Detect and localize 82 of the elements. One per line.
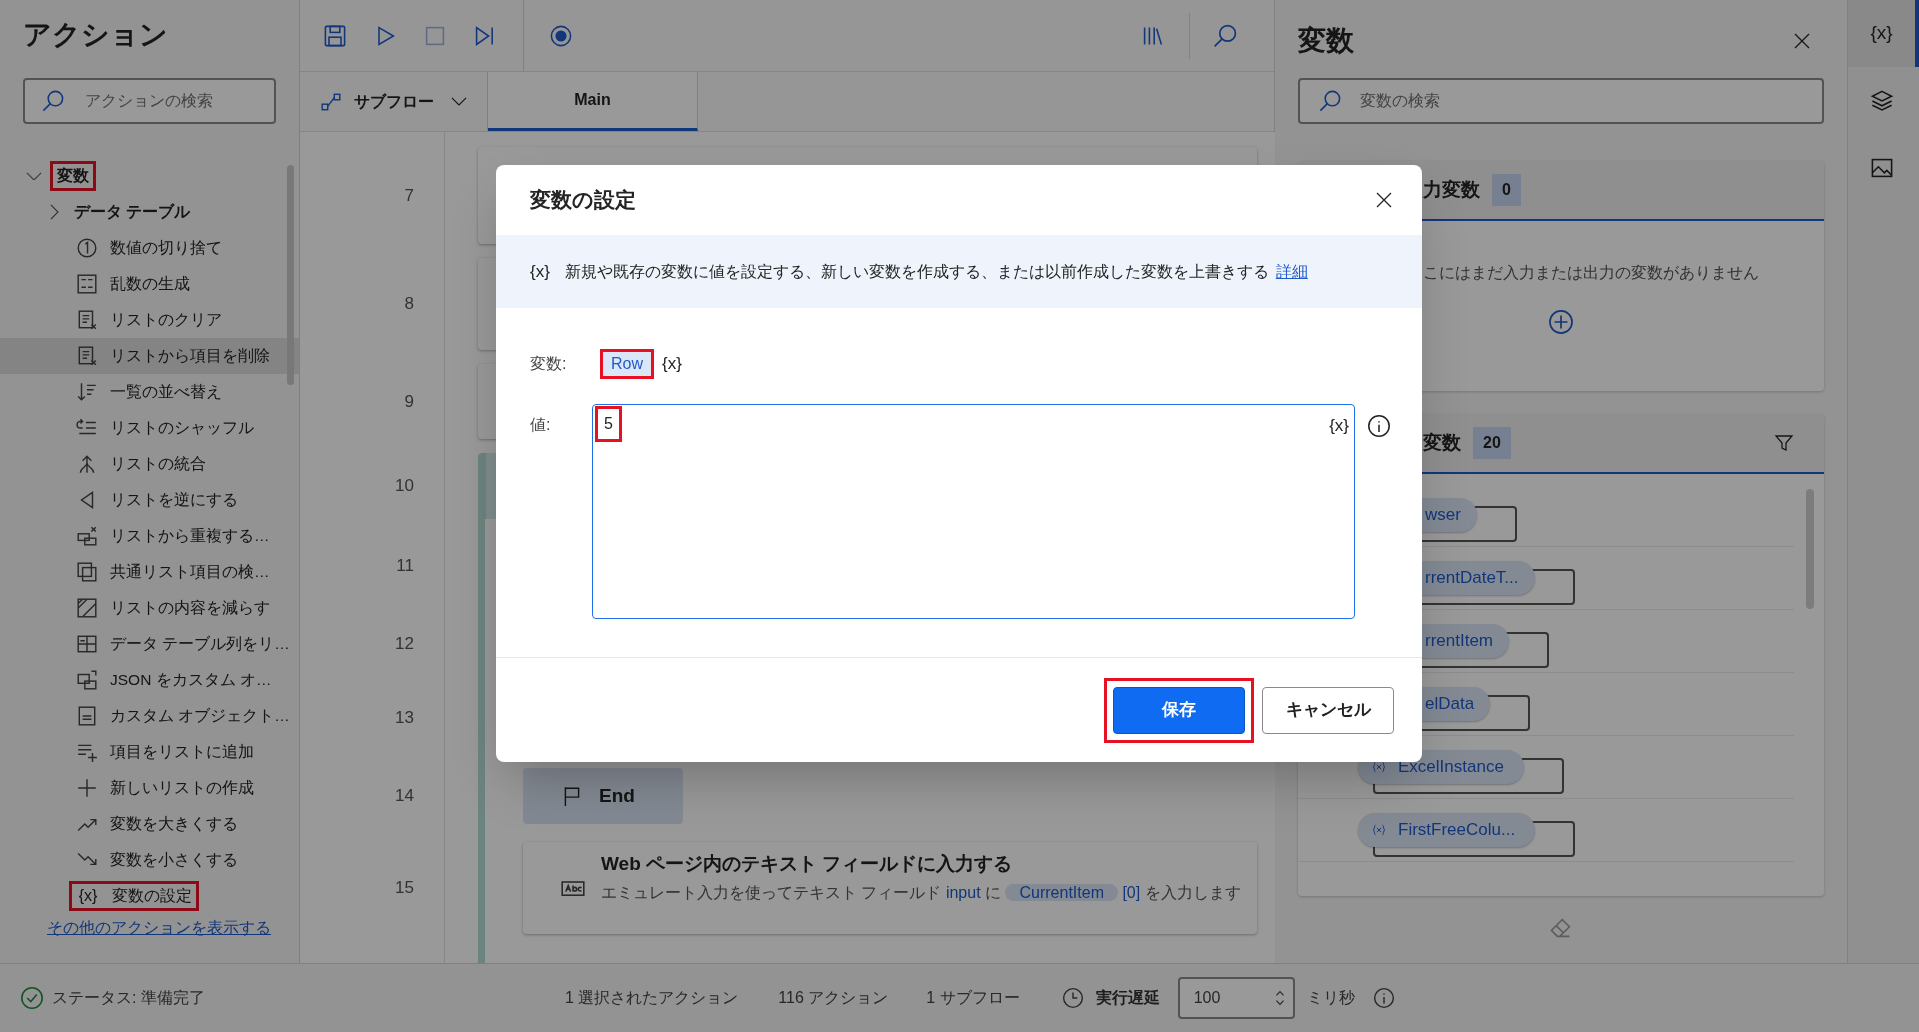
- layers-icon[interactable]: [1869, 88, 1894, 113]
- variable-chip[interactable]: FirstFreeColu...: [1358, 813, 1536, 847]
- variable-icon: [1372, 760, 1386, 774]
- variable-token[interactable]: Row: [600, 349, 654, 379]
- line-number: 8: [404, 293, 414, 316]
- list-clear-icon: [76, 309, 98, 331]
- show-more-link[interactable]: その他のアクションを表示する: [47, 916, 271, 940]
- end-block[interactable]: End: [523, 768, 683, 824]
- chevron-icon[interactable]: [26, 171, 42, 181]
- grid-icon: [76, 273, 98, 295]
- eraser-icon[interactable]: [1549, 916, 1573, 940]
- variable-icon: [1372, 823, 1386, 837]
- scrollbar-thumb[interactable]: [1806, 489, 1814, 609]
- variable-icon: {x}: [76, 884, 100, 908]
- check-circle-icon: [20, 986, 44, 1010]
- panel-title: 変数: [1298, 24, 1354, 58]
- action-card[interactable]: Web ページ内のテキスト フィールドに入力する エミュレート入力を使ってテキスト フィールド input に CurrentItem [0] を入力します: [523, 842, 1257, 934]
- delay-unit: ミリ秒: [1306, 988, 1355, 1008]
- duplicate-icon: [76, 525, 98, 547]
- tree-group[interactable]: 変数: [50, 161, 96, 191]
- add-circle-icon[interactable]: [1548, 309, 1574, 335]
- field-label: 値:: [530, 415, 552, 435]
- search-field[interactable]: 変数の検索: [1298, 78, 1824, 124]
- close-icon[interactable]: [1374, 190, 1394, 210]
- panel-title: アクション: [22, 18, 169, 52]
- line-number: 15: [395, 877, 414, 900]
- line-number: 9: [404, 390, 414, 413]
- scrollbar-thumb[interactable]: [287, 165, 294, 385]
- status-text: 1 サブフロー: [926, 988, 1020, 1008]
- filter-icon[interactable]: [1774, 433, 1794, 453]
- line-number: 7: [404, 184, 414, 207]
- dialog-title: 変数の設定: [530, 187, 636, 214]
- section-title: 変数: [1423, 430, 1461, 455]
- save-icon[interactable]: [323, 23, 347, 48]
- count-badge: 0: [1492, 174, 1521, 206]
- close-icon[interactable]: [1792, 31, 1812, 51]
- search-icon[interactable]: [1212, 22, 1238, 49]
- search-icon: [1318, 89, 1342, 113]
- table-icon: [76, 633, 98, 655]
- line-number: 14: [395, 785, 414, 808]
- variable-picker[interactable]: {x}: [1329, 413, 1349, 439]
- numbered-circle-icon: [76, 237, 98, 259]
- details-link[interactable]: 詳細: [1275, 259, 1308, 284]
- overlap-squares-icon: [76, 561, 98, 583]
- action-item[interactable]: リストから項目を削除: [0, 338, 299, 374]
- delay-label: 実行遅延: [1095, 988, 1160, 1008]
- status-text: ステータス: 準備完了: [52, 988, 205, 1008]
- striped-square-icon: [76, 597, 98, 619]
- value-field[interactable]: 5 {x}: [592, 404, 1355, 619]
- list-clear-icon: [76, 345, 98, 367]
- line-number: 13: [395, 707, 414, 730]
- value-text: 5: [595, 406, 622, 442]
- line-number: 11: [396, 555, 414, 578]
- delay-field[interactable]: 100: [1177, 977, 1295, 1019]
- search-icon: [41, 89, 65, 113]
- search-field[interactable]: アクションの検索: [23, 78, 276, 124]
- line-number: 12: [395, 633, 414, 656]
- variable-picker[interactable]: {x}: [662, 351, 682, 377]
- variable-icon: {x}: [530, 258, 550, 285]
- chevron-icon[interactable]: [451, 97, 467, 106]
- section-title: 力変数: [1423, 177, 1480, 202]
- info-icon[interactable]: [1367, 414, 1391, 438]
- record-icon[interactable]: [549, 23, 573, 48]
- count-badge: 20: [1473, 427, 1511, 459]
- save-button[interactable]: 保存: [1113, 686, 1245, 734]
- status-text: 1 選択されたアクション: [565, 988, 739, 1008]
- field-label: 変数:: [530, 354, 568, 374]
- action-description: エミュレート入力を使ってテキスト フィールド input に CurrentItem [0] を入力します: [601, 882, 1241, 903]
- clock-icon: [1061, 987, 1084, 1009]
- plus-icon: [76, 777, 98, 799]
- variables-tab[interactable]: {x}: [1848, 0, 1919, 67]
- nested-boxes-icon: [76, 669, 98, 691]
- document-icon: [76, 705, 98, 727]
- line-number: 10: [395, 475, 414, 498]
- info-text: 新規や既存の変数に値を設定する、新しい変数を作成する、または以前作成した変数を上書きする: [564, 261, 1269, 282]
- cancel-button[interactable]: キャンセル: [1262, 686, 1394, 734]
- status-text: 116 アクション: [778, 988, 889, 1008]
- tab[interactable]: Main: [488, 72, 698, 131]
- action-title: Web ページ内のテキスト フィールドに入力する: [601, 852, 1014, 876]
- empty-message: こにはまだ入力または出力の変数がありません: [1423, 264, 1759, 281]
- chevron-icon[interactable]: [50, 204, 59, 220]
- sort-icon: [76, 381, 98, 403]
